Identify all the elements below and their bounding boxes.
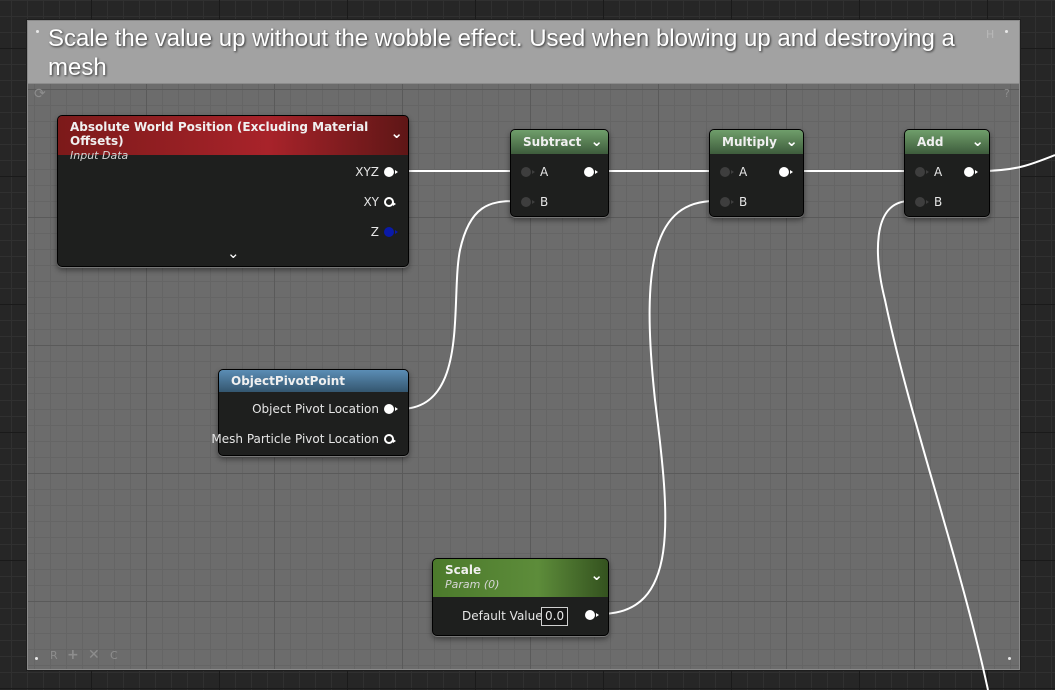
output-pin-mesh-particle-pivot-location[interactable]: [384, 434, 396, 444]
output-pin-xyz[interactable]: [384, 167, 398, 177]
corner-handle[interactable]: [36, 30, 39, 33]
corner-handle[interactable]: [1008, 657, 1011, 660]
close-icon[interactable]: ✕: [88, 647, 100, 663]
node-title: Absolute World Position (Excluding Mater…: [70, 120, 369, 148]
output-pin-z[interactable]: [384, 227, 398, 237]
input-label-b: B: [934, 195, 943, 209]
node-title: Scale: [445, 563, 482, 577]
node-title: Subtract: [523, 135, 582, 149]
input-label-a: A: [540, 165, 549, 179]
output-label-xy: XY: [363, 195, 379, 209]
input-label-a: A: [934, 165, 943, 179]
chevron-down-icon[interactable]: ⌄: [785, 132, 798, 150]
input-pin-b[interactable]: [521, 197, 535, 207]
output-pin[interactable]: [585, 610, 599, 620]
input-label-b: B: [739, 195, 748, 209]
comment-header[interactable]: Scale the value up without the wobble ef…: [28, 21, 1019, 84]
output-pin-xy[interactable]: [384, 197, 396, 207]
header-letter: H: [986, 28, 995, 41]
subtract-node[interactable]: Subtract ⌄ A B: [510, 129, 609, 217]
node-title: Add: [917, 135, 944, 149]
output-label-z: Z: [370, 225, 379, 239]
node-header[interactable]: ObjectPivotPoint: [219, 370, 408, 392]
chevron-down-icon[interactable]: ⌄: [227, 244, 240, 262]
default-value-label: Default Value: [462, 609, 543, 623]
corner-handle[interactable]: [35, 657, 38, 660]
chevron-down-icon[interactable]: ⌄: [590, 132, 603, 150]
output-label-object-pivot-location: Object Pivot Location: [252, 402, 379, 416]
node-subtitle: Input Data: [70, 149, 129, 162]
chevron-down-icon[interactable]: ⌄: [590, 566, 603, 584]
corner-handle[interactable]: [1005, 30, 1008, 33]
comment-text[interactable]: Scale the value up without the wobble ef…: [48, 24, 978, 82]
chevron-down-icon[interactable]: ⌄: [390, 124, 403, 142]
node-header[interactable]: Subtract ⌄: [511, 130, 608, 154]
add-node[interactable]: Add ⌄ A B: [904, 129, 990, 217]
default-value-input[interactable]: 0.0: [541, 607, 569, 626]
plus-icon[interactable]: +: [67, 647, 79, 663]
question-icon[interactable]: ?: [1004, 87, 1010, 100]
refresh-icon[interactable]: ⟳: [34, 86, 46, 102]
absolute-world-position-node[interactable]: Absolute World Position (Excluding Mater…: [57, 115, 409, 267]
node-title: Multiply: [722, 135, 777, 149]
input-label-a: A: [739, 165, 748, 179]
node-title: ObjectPivotPoint: [231, 374, 346, 388]
output-pin[interactable]: [779, 167, 793, 177]
output-label-mesh-particle-pivot-location: Mesh Particle Pivot Location: [211, 432, 379, 446]
input-label-b: B: [540, 195, 549, 209]
node-header[interactable]: Multiply ⌄: [710, 130, 803, 154]
scale-param-node[interactable]: Scale Param (0) ⌄ Default Value 0.0: [432, 558, 609, 636]
footer-letter: C: [110, 649, 118, 662]
multiply-node[interactable]: Multiply ⌄ A B: [709, 129, 804, 217]
node-subtitle: Param (0): [445, 578, 500, 591]
output-pin-object-pivot-location[interactable]: [384, 404, 398, 414]
node-header[interactable]: Add ⌄: [905, 130, 989, 154]
object-pivot-point-node[interactable]: ObjectPivotPoint Object Pivot Location M…: [211, 369, 409, 456]
input-pin-b[interactable]: [915, 197, 929, 207]
input-pin-b[interactable]: [720, 197, 734, 207]
input-pin-a[interactable]: [915, 167, 929, 177]
output-pin[interactable]: [584, 167, 598, 177]
chevron-down-icon[interactable]: ⌄: [971, 132, 984, 150]
input-pin-a[interactable]: [521, 167, 535, 177]
node-header[interactable]: Absolute World Position (Excluding Mater…: [58, 116, 408, 162]
input-pin-a[interactable]: [720, 167, 734, 177]
output-pin[interactable]: [964, 167, 978, 177]
node-header[interactable]: Scale Param (0) ⌄: [433, 559, 608, 597]
footer-letter: R: [50, 649, 58, 662]
output-label-xyz: XYZ: [355, 165, 379, 179]
